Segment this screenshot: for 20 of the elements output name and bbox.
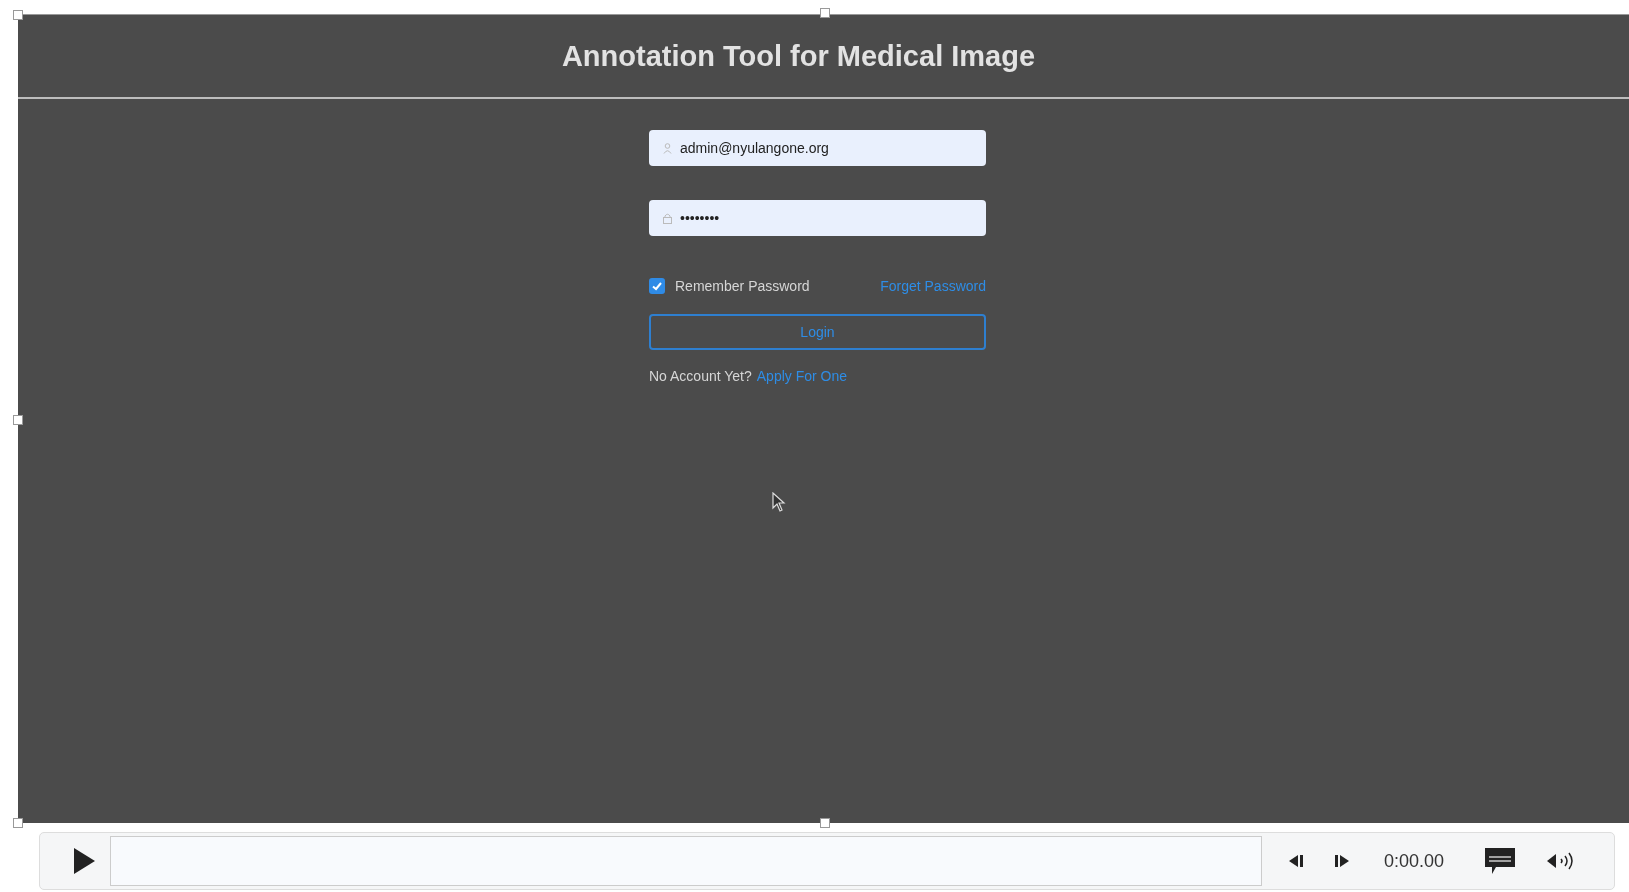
password-field[interactable]: ••••••••: [649, 200, 986, 236]
resize-handle[interactable]: [13, 10, 23, 20]
step-back-icon[interactable]: [1287, 854, 1304, 868]
cursor-icon: [772, 492, 786, 512]
resize-handle[interactable]: [820, 8, 830, 18]
email-field[interactable]: admin@nyulangone.org: [649, 130, 986, 166]
page-title: Annotation Tool for Medical Image: [561, 39, 1036, 73]
resize-handle[interactable]: [13, 415, 23, 425]
lock-icon: [663, 212, 672, 224]
resize-handle[interactable]: [13, 818, 23, 828]
remember-checkbox[interactable]: [649, 278, 665, 294]
forgot-password-link[interactable]: Forget Password: [880, 278, 986, 294]
time-display: 0:00.00: [1383, 850, 1444, 872]
user-icon: [663, 142, 672, 154]
apply-link[interactable]: Apply For One: [756, 368, 848, 384]
login-button[interactable]: Login: [649, 314, 986, 350]
no-account-text: No Account Yet?: [649, 368, 752, 384]
resize-handle[interactable]: [820, 818, 830, 828]
remember-label: Remember Password: [675, 278, 810, 294]
step-forward-icon[interactable]: [1333, 854, 1350, 868]
